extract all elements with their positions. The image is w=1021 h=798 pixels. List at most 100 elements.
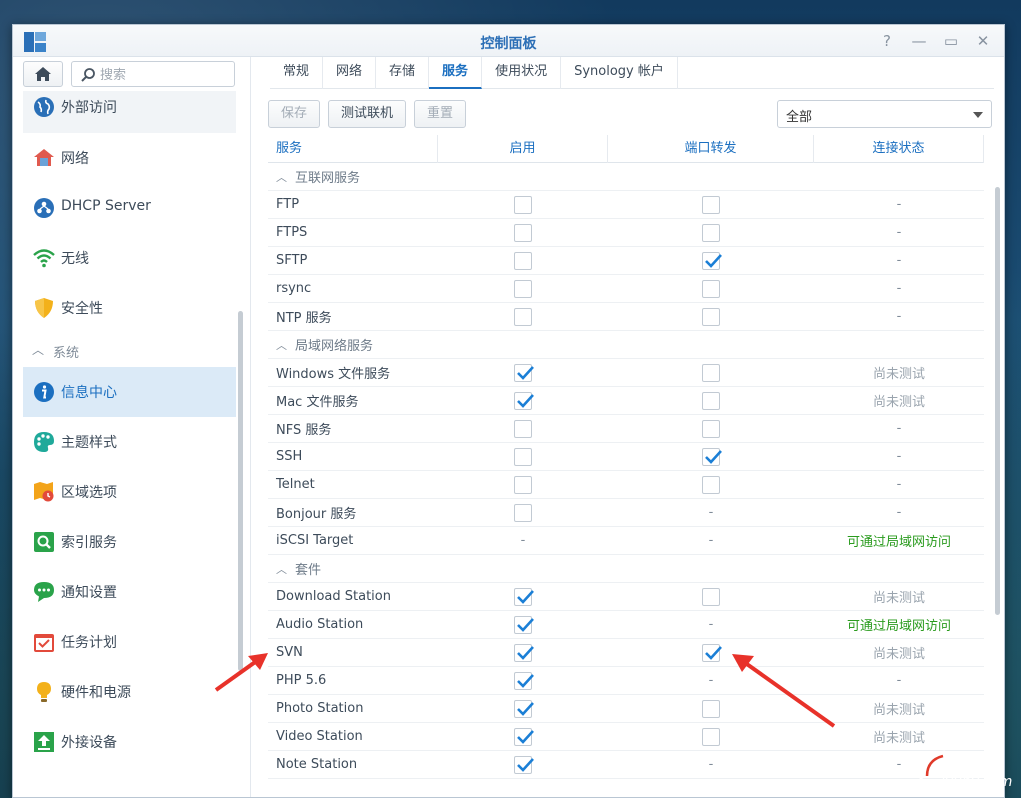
sidebar-item-indexing[interactable]: 索引服务 (23, 517, 236, 567)
table-row: Windows 文件服务 尚未测试 (268, 359, 984, 387)
enable-checkbox[interactable] (514, 307, 532, 326)
reset-button[interactable]: 重置 (414, 100, 466, 128)
sidebar-item-dhcp-server[interactable]: DHCP Server (23, 183, 236, 233)
table-row: SFTP - (268, 247, 984, 275)
port-forward-text: - (708, 505, 714, 520)
watermark-url: iyunv.com (941, 774, 1013, 790)
table-row: Mac 文件服务 尚未测试 (268, 387, 984, 415)
maximize-icon[interactable]: ▭ (940, 30, 962, 52)
sidebar-item-external-access[interactable]: 外部访问 (23, 91, 236, 133)
sidebar-item-info-center[interactable]: 信息中心 (23, 367, 236, 417)
group-row-lan[interactable]: ︿ 局域网络服务 (268, 331, 984, 359)
enable-checkbox[interactable] (514, 727, 534, 746)
sidebar-item-notification[interactable]: 通知设置 (23, 567, 236, 617)
minimize-icon[interactable]: — (908, 30, 930, 52)
window-controls: ? — ▭ ✕ (876, 30, 994, 52)
enable-checkbox[interactable] (514, 503, 532, 522)
search-box[interactable] (71, 61, 235, 87)
sidebar-item-label: 信息中心 (61, 385, 117, 401)
sidebar-item-regional-options[interactable]: 区域选项 (23, 467, 236, 517)
enable-checkbox[interactable] (514, 447, 532, 466)
home-button[interactable] (23, 61, 63, 87)
enable-checkbox[interactable] (514, 363, 534, 382)
column-header-status[interactable]: 连接状态 (814, 135, 984, 163)
tab-services[interactable]: 服务 (429, 57, 483, 89)
sidebar-scrollbar[interactable] (238, 311, 243, 671)
map-clock-icon (34, 482, 54, 502)
sidebar-item-wireless[interactable]: 无线 (23, 233, 236, 283)
enable-checkbox[interactable] (514, 615, 534, 634)
table-row: FTP - (268, 191, 984, 219)
port-forward-checkbox[interactable] (702, 447, 722, 466)
port-forward-text: - (708, 533, 714, 548)
save-button[interactable]: 保存 (268, 100, 320, 128)
group-row-packages[interactable]: ︿ 套件 (268, 555, 984, 583)
enable-checkbox[interactable] (514, 419, 532, 438)
sidebar-item-hardware-power[interactable]: 硬件和电源 (23, 667, 236, 717)
globe-icon (34, 97, 54, 117)
column-header-service[interactable]: 服务 (268, 135, 438, 163)
chevron-down-icon (973, 112, 983, 118)
enable-checkbox[interactable] (514, 391, 534, 410)
port-forward-checkbox[interactable] (702, 251, 722, 270)
enable-checkbox[interactable] (514, 587, 534, 606)
filter-select[interactable]: 全部 (777, 100, 992, 128)
enable-checkbox[interactable] (514, 671, 534, 690)
sidebar-item-task-scheduler[interactable]: 任务计划 (23, 617, 236, 667)
grid-scrollbar[interactable] (995, 187, 1000, 615)
checkmark-icon (517, 757, 534, 772)
table-row: Audio Station - 可通过局域网访问 (268, 611, 984, 639)
port-forward-checkbox[interactable] (702, 643, 722, 662)
status-text: 尚未测试 (872, 731, 925, 746)
test-connection-button[interactable]: 测试联机 (328, 100, 406, 128)
enable-checkbox[interactable] (514, 195, 532, 214)
network-house-icon (34, 149, 54, 166)
sidebar-item-label: DHCP Server (61, 198, 151, 214)
column-header-enable[interactable]: 启用 (438, 135, 608, 163)
sidebar-item-network[interactable]: 网络 (23, 133, 236, 183)
sidebar-section-system[interactable]: ︿ 系统 (23, 333, 236, 367)
sidebar-item-external-devices[interactable]: 外接设备 (23, 717, 236, 767)
service-name: Mac 文件服务 (276, 395, 359, 410)
service-name: Note Station (276, 757, 358, 772)
port-forward-checkbox[interactable] (702, 419, 720, 438)
port-forward-checkbox[interactable] (702, 587, 720, 606)
tab-synology-account[interactable]: Synology 帐户 (561, 57, 678, 89)
tab-general[interactable]: 常规 (270, 57, 324, 89)
enable-checkbox[interactable] (514, 251, 532, 270)
wifi-icon (33, 249, 55, 268)
port-forward-checkbox[interactable] (702, 195, 720, 214)
port-forward-checkbox[interactable] (702, 307, 720, 326)
port-forward-checkbox[interactable] (702, 699, 720, 718)
tab-network[interactable]: 网络 (323, 57, 377, 89)
group-row-internet[interactable]: ︿ 互联网服务 (268, 163, 984, 191)
port-forward-checkbox[interactable] (702, 391, 720, 410)
tab-storage[interactable]: 存储 (376, 57, 430, 89)
port-forward-checkbox[interactable] (702, 363, 720, 382)
enable-checkbox[interactable] (514, 643, 534, 662)
port-forward-checkbox[interactable] (702, 223, 720, 242)
search-input[interactable] (100, 66, 228, 84)
column-header-port-forward[interactable]: 端口转发 (608, 135, 814, 163)
calendar-check-icon (34, 634, 54, 652)
service-name: FTP (276, 197, 300, 212)
enable-checkbox[interactable] (514, 699, 534, 718)
chevron-up-icon: ︿ (276, 170, 287, 184)
status-text: - (896, 673, 902, 688)
port-forward-checkbox[interactable] (702, 727, 720, 746)
help-icon[interactable]: ? (876, 30, 898, 52)
port-forward-text: - (708, 617, 714, 632)
port-forward-checkbox[interactable] (702, 475, 720, 494)
close-icon[interactable]: ✕ (972, 30, 994, 52)
enable-checkbox[interactable] (514, 475, 532, 494)
dhcp-icon (34, 198, 54, 218)
tab-usage[interactable]: 使用状况 (482, 57, 562, 89)
enable-checkbox[interactable] (514, 279, 532, 298)
port-forward-checkbox[interactable] (702, 279, 720, 298)
enable-checkbox[interactable] (514, 223, 532, 242)
index-search-icon (34, 532, 54, 552)
sidebar-item-theme[interactable]: 主题样式 (23, 417, 236, 467)
sidebar-item-security[interactable]: 安全性 (23, 283, 236, 333)
enable-checkbox[interactable] (514, 755, 534, 774)
service-name: rsync (276, 281, 312, 296)
